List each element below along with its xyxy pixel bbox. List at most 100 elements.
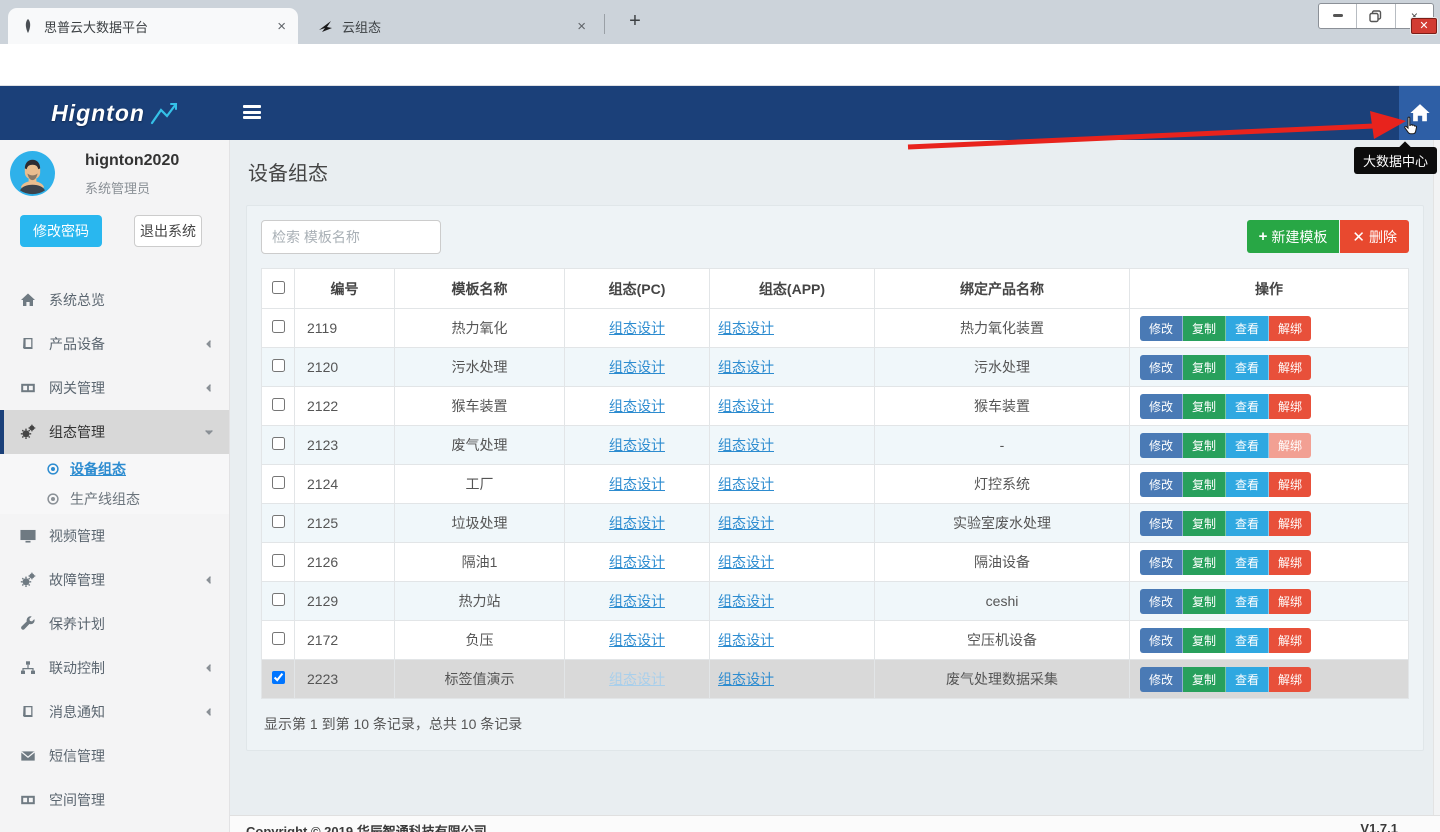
unbind-button[interactable]: 解绑 xyxy=(1269,355,1311,380)
view-button[interactable]: 查看 xyxy=(1226,628,1269,653)
sidebar-item-10[interactable]: 空间管理 xyxy=(0,778,229,822)
sidebar-item-8[interactable]: 消息通知 xyxy=(0,690,229,734)
sidebar-item-0[interactable]: 系统总览 xyxy=(0,278,229,322)
copy-button[interactable]: 复制 xyxy=(1183,355,1226,380)
edit-button[interactable]: 修改 xyxy=(1140,550,1183,575)
view-button[interactable]: 查看 xyxy=(1226,511,1269,536)
edit-button[interactable]: 修改 xyxy=(1140,394,1183,419)
app-config-link[interactable]: 组态设计 xyxy=(718,398,774,414)
logout-button[interactable]: 退出系统 xyxy=(134,215,202,247)
app-config-link[interactable]: 组态设计 xyxy=(718,320,774,336)
delete-button[interactable]: ✕ 删除 xyxy=(1340,220,1409,253)
view-button[interactable]: 查看 xyxy=(1226,550,1269,575)
view-button[interactable]: 查看 xyxy=(1226,472,1269,497)
browser-tab-active[interactable]: 思普云大数据平台 × xyxy=(8,8,298,44)
sidebar-item-3[interactable]: 组态管理 xyxy=(0,410,229,454)
app-config-link[interactable]: 组态设计 xyxy=(718,437,774,453)
select-all-checkbox[interactable] xyxy=(272,281,285,294)
restore-button[interactable] xyxy=(1357,4,1395,28)
view-button[interactable]: 查看 xyxy=(1226,589,1269,614)
pc-config-link[interactable]: 组态设计 xyxy=(609,398,665,414)
copy-button[interactable]: 复制 xyxy=(1183,589,1226,614)
pc-config-link[interactable]: 组态设计 xyxy=(609,320,665,336)
sidebar-item-7[interactable]: 联动控制 xyxy=(0,646,229,690)
page-scrollbar[interactable] xyxy=(1433,140,1440,815)
create-template-button[interactable]: + 新建模板 xyxy=(1247,220,1340,253)
unbind-button[interactable]: 解绑 xyxy=(1269,589,1311,614)
pc-config-link[interactable]: 组态设计 xyxy=(609,593,665,609)
edit-button[interactable]: 修改 xyxy=(1140,511,1183,536)
pc-config-link[interactable]: 组态设计 xyxy=(609,554,665,570)
pc-config-link[interactable]: 组态设计 xyxy=(609,437,665,453)
row-checkbox[interactable] xyxy=(272,671,285,684)
app-config-link[interactable]: 组态设计 xyxy=(718,359,774,375)
pc-config-link[interactable]: 组态设计 xyxy=(609,671,665,687)
unbind-button[interactable]: 解绑 xyxy=(1269,316,1311,341)
row-checkbox[interactable] xyxy=(272,359,285,372)
unbind-button[interactable]: 解绑 xyxy=(1269,394,1311,419)
view-button[interactable]: 查看 xyxy=(1226,433,1269,458)
unbind-button[interactable]: 解绑 xyxy=(1269,550,1311,575)
sidebar-item-5[interactable]: 故障管理 xyxy=(0,558,229,602)
edit-button[interactable]: 修改 xyxy=(1140,355,1183,380)
browser-tab-inactive[interactable]: 云组态 × xyxy=(306,8,598,44)
pc-config-link[interactable]: 组态设计 xyxy=(609,632,665,648)
copy-button[interactable]: 复制 xyxy=(1183,628,1226,653)
unbind-button[interactable]: 解绑 xyxy=(1269,667,1311,692)
edit-button[interactable]: 修改 xyxy=(1140,589,1183,614)
copy-button[interactable]: 复制 xyxy=(1183,667,1226,692)
copy-button[interactable]: 复制 xyxy=(1183,433,1226,458)
home-nav-button[interactable] xyxy=(1399,86,1440,140)
change-password-button[interactable]: 修改密码 xyxy=(20,215,102,247)
tab-close-icon[interactable]: × xyxy=(277,18,286,35)
app-config-link[interactable]: 组态设计 xyxy=(718,515,774,531)
pc-config-link[interactable]: 组态设计 xyxy=(609,359,665,375)
hamburger-icon[interactable] xyxy=(243,105,261,119)
row-checkbox[interactable] xyxy=(272,476,285,489)
edit-button[interactable]: 修改 xyxy=(1140,472,1183,497)
view-button[interactable]: 查看 xyxy=(1226,355,1269,380)
unbind-button[interactable]: 解绑 xyxy=(1269,472,1311,497)
row-checkbox[interactable] xyxy=(272,554,285,567)
edit-button[interactable]: 修改 xyxy=(1140,433,1183,458)
row-checkbox[interactable] xyxy=(272,632,285,645)
row-checkbox[interactable] xyxy=(272,515,285,528)
row-checkbox[interactable] xyxy=(272,593,285,606)
app-config-link[interactable]: 组态设计 xyxy=(718,476,774,492)
view-button[interactable]: 查看 xyxy=(1226,667,1269,692)
pc-config-link[interactable]: 组态设计 xyxy=(609,476,665,492)
sidebar-item-9[interactable]: 短信管理 xyxy=(0,734,229,778)
view-button[interactable]: 查看 xyxy=(1226,316,1269,341)
copy-button[interactable]: 复制 xyxy=(1183,472,1226,497)
row-checkbox[interactable] xyxy=(272,398,285,411)
row-checkbox[interactable] xyxy=(272,320,285,333)
copy-button[interactable]: 复制 xyxy=(1183,511,1226,536)
unbind-button[interactable]: 解绑 xyxy=(1269,433,1311,458)
sidebar-item-1[interactable]: 产品设备 xyxy=(0,322,229,366)
app-config-link[interactable]: 组态设计 xyxy=(718,632,774,648)
pc-config-link[interactable]: 组态设计 xyxy=(609,515,665,531)
view-button[interactable]: 查看 xyxy=(1226,394,1269,419)
app-config-link[interactable]: 组态设计 xyxy=(718,671,774,687)
minimize-button[interactable] xyxy=(1319,4,1357,28)
sidebar-item-2[interactable]: 网关管理 xyxy=(0,366,229,410)
new-tab-button[interactable]: + xyxy=(622,9,648,35)
edit-button[interactable]: 修改 xyxy=(1140,667,1183,692)
close-button[interactable]: × ✕ xyxy=(1396,4,1433,28)
app-config-link[interactable]: 组态设计 xyxy=(718,554,774,570)
tab-close-icon[interactable]: × xyxy=(577,18,586,35)
sidebar-item-6[interactable]: 保养计划 xyxy=(0,602,229,646)
unbind-button[interactable]: 解绑 xyxy=(1269,511,1311,536)
sidebar-item-4[interactable]: 视频管理 xyxy=(0,514,229,558)
copy-button[interactable]: 复制 xyxy=(1183,550,1226,575)
sidebar-subitem[interactable]: 生产线组态 xyxy=(0,484,229,514)
unbind-button[interactable]: 解绑 xyxy=(1269,628,1311,653)
edit-button[interactable]: 修改 xyxy=(1140,316,1183,341)
app-config-link[interactable]: 组态设计 xyxy=(718,593,774,609)
copy-button[interactable]: 复制 xyxy=(1183,316,1226,341)
copy-button[interactable]: 复制 xyxy=(1183,394,1226,419)
edit-button[interactable]: 修改 xyxy=(1140,628,1183,653)
row-checkbox[interactable] xyxy=(272,437,285,450)
sidebar-subitem[interactable]: 设备组态 xyxy=(0,454,229,484)
search-input[interactable] xyxy=(261,220,441,254)
